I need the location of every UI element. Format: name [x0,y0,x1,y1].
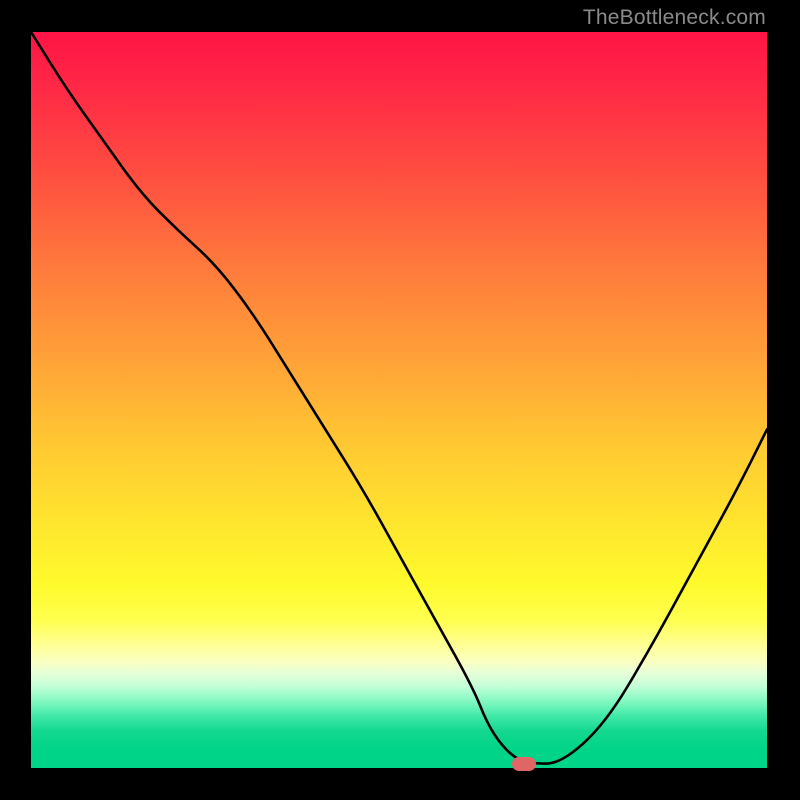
optimal-point-marker [512,757,536,771]
plot-area [31,32,767,768]
bottleneck-curve [31,32,767,768]
watermark-text: TheBottleneck.com [583,6,766,30]
chart-container: TheBottleneck.com [0,0,800,800]
